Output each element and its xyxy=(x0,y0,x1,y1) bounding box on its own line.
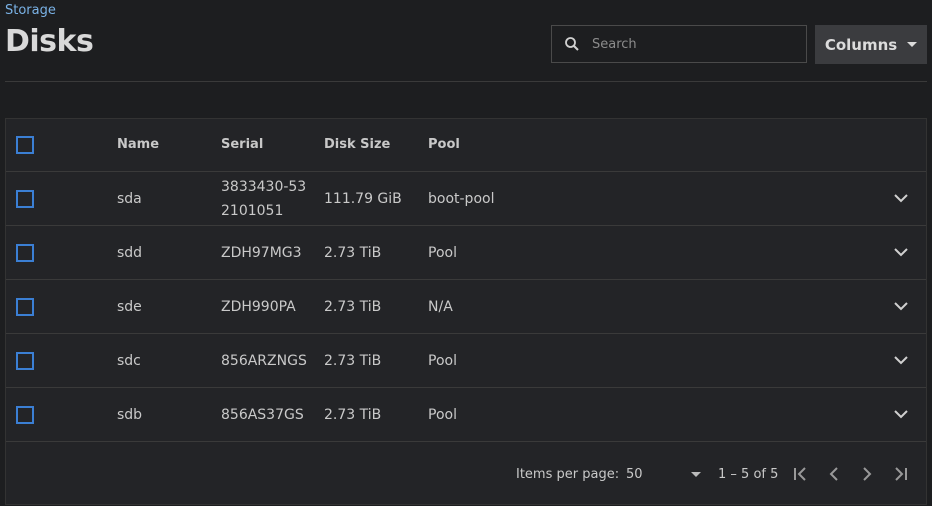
header-name[interactable]: Name xyxy=(117,133,159,157)
previous-page-icon[interactable] xyxy=(822,462,846,486)
columns-button[interactable]: Columns xyxy=(815,25,927,64)
select-all-checkbox[interactable] xyxy=(16,136,34,154)
chevron-down-icon[interactable] xyxy=(890,404,912,426)
divider xyxy=(5,81,927,82)
next-page-icon[interactable] xyxy=(855,462,879,486)
search-icon xyxy=(552,36,592,52)
page-range: 1 – 5 of 5 xyxy=(718,466,779,482)
breadcrumb[interactable]: Storage xyxy=(5,3,56,18)
disk-serial: 856AS37GS xyxy=(221,406,304,423)
last-page-icon[interactable] xyxy=(888,462,912,486)
table-row[interactable]: sdd ZDH97MG3 2.73 TiB Pool xyxy=(6,226,926,280)
disk-name: sde xyxy=(117,298,142,315)
disk-size: 111.79 GiB xyxy=(324,190,402,207)
disk-serial: ZDH990PA xyxy=(221,298,296,315)
disk-name: sda xyxy=(117,190,142,207)
table-header-row: Name Serial Disk Size Pool xyxy=(6,119,926,172)
table-row[interactable]: sdb 856AS37GS 2.73 TiB Pool xyxy=(6,388,926,442)
caret-down-icon xyxy=(691,471,701,477)
row-checkbox[interactable] xyxy=(16,189,34,208)
header-pool[interactable]: Pool xyxy=(428,133,460,157)
row-checkbox[interactable] xyxy=(16,243,34,262)
disk-serial: 3833430-532101051 xyxy=(221,178,307,219)
search-input[interactable] xyxy=(592,36,792,52)
paginator: Items per page: 50 1 – 5 of 5 xyxy=(6,443,926,505)
disk-pool: Pool xyxy=(428,406,457,423)
disk-size: 2.73 TiB xyxy=(324,406,382,423)
disk-name: sdb xyxy=(117,406,143,423)
chevron-down-icon[interactable] xyxy=(890,242,912,264)
disk-pool: boot-pool xyxy=(428,190,495,207)
chevron-down-icon[interactable] xyxy=(890,296,912,318)
header-disk-size[interactable]: Disk Size xyxy=(324,133,390,157)
disk-name: sdd xyxy=(117,244,143,261)
disks-table: Name Serial Disk Size Pool sda 3833430-5… xyxy=(5,118,927,505)
page-title: Disks xyxy=(5,24,94,59)
caret-down-icon xyxy=(907,42,918,47)
row-checkbox[interactable] xyxy=(16,405,34,424)
disk-serial: ZDH97MG3 xyxy=(221,244,302,261)
items-per-page-label: Items per page: xyxy=(516,466,620,482)
disk-serial: 856ARZNGS xyxy=(221,352,307,369)
header-serial[interactable]: Serial xyxy=(221,133,311,157)
row-checkbox[interactable] xyxy=(16,297,34,316)
disk-name: sdc xyxy=(117,352,141,369)
items-per-page-select[interactable]: 50 xyxy=(626,467,701,482)
first-page-icon[interactable] xyxy=(789,462,813,486)
items-per-page-value: 50 xyxy=(626,466,643,482)
disk-size: 2.73 TiB xyxy=(324,244,382,261)
chevron-down-icon[interactable] xyxy=(890,350,912,372)
disk-pool: Pool xyxy=(428,244,457,261)
disk-pool: N/A xyxy=(428,298,453,315)
disk-pool: Pool xyxy=(428,352,457,369)
table-row[interactable]: sdc 856ARZNGS 2.73 TiB Pool xyxy=(6,334,926,388)
row-checkbox[interactable] xyxy=(16,351,34,370)
table-row[interactable]: sde ZDH990PA 2.73 TiB N/A xyxy=(6,280,926,334)
columns-button-label: Columns xyxy=(824,35,898,54)
chevron-down-icon[interactable] xyxy=(890,188,912,210)
search-box[interactable] xyxy=(551,25,807,63)
table-row[interactable]: sda 3833430-532101051 111.79 GiB boot-po… xyxy=(6,172,926,226)
disk-size: 2.73 TiB xyxy=(324,298,382,315)
disk-size: 2.73 TiB xyxy=(324,352,382,369)
